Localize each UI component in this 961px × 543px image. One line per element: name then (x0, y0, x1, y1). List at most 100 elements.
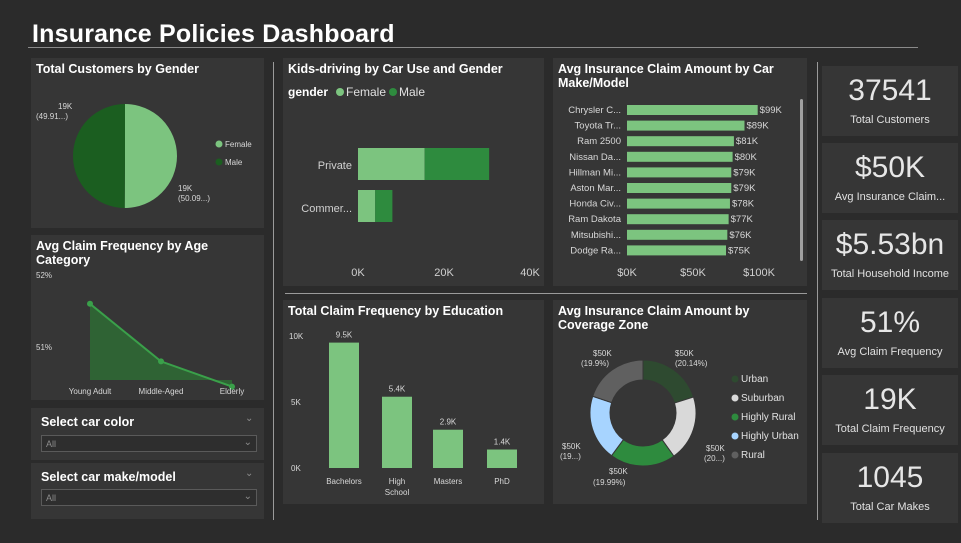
kpi-label: Total Claim Frequency (835, 423, 945, 435)
chevron-down-icon: ⌄ (243, 491, 252, 502)
make-category-label: Honda Civ... (569, 199, 621, 210)
zone-label-suburban-value: $50K (706, 444, 725, 453)
kids-legend-female-dot (336, 88, 344, 96)
kpi-card-total-customers: 37541 Total Customers (822, 66, 958, 136)
edu-value-label: 9.5K (336, 331, 353, 340)
kids-legend-male[interactable]: Male (399, 85, 425, 99)
zone-label-urban-value: $50K (675, 349, 694, 358)
kids-bar-0-male[interactable] (424, 148, 490, 180)
edu-category-label: PhD (494, 477, 510, 486)
kpi-card-avg-claim: $50K Avg Insurance Claim... (822, 143, 958, 213)
make-category-label: Nissan Da... (569, 152, 621, 163)
gender-label-male-value: 19K (58, 102, 73, 111)
gender-pie-chart: 19K (49.91...) 19K (50.09...) Female Mal… (36, 102, 252, 208)
make-xtick-100: $100K (743, 267, 775, 279)
zone-legend-suburban[interactable]: Suburban (741, 393, 784, 404)
donut-slice-3[interactable] (589, 395, 625, 457)
age-area-chart: 52% 51% Young Adult Middle-Aged Elderly (36, 271, 244, 396)
pie-slice-male[interactable] (72, 104, 125, 208)
slicer-color-collapse-icon[interactable]: ⌄ (245, 413, 253, 424)
gender-label-female-pct: (50.09...) (178, 194, 210, 203)
kpi-card-avg-claim-frequency: 51% Avg Claim Frequency (822, 298, 958, 368)
kids-bar-1-male[interactable] (375, 190, 393, 222)
edu-bar-1[interactable] (382, 396, 412, 468)
age-area-fill (90, 303, 232, 387)
make-bar[interactable] (627, 229, 728, 240)
make-category-label: Mitsubishi... (571, 230, 621, 241)
kids-legend-female[interactable]: Female (346, 85, 386, 99)
zone-label-highlyurban-value: $50K (562, 442, 581, 451)
make-category-label: Ram 2500 (577, 136, 621, 147)
kids-bar-1-female[interactable] (358, 190, 376, 222)
kpi-label: Avg Claim Frequency (837, 346, 943, 358)
make-bar[interactable] (627, 245, 726, 256)
make-bar[interactable] (627, 136, 734, 147)
zone-legend-highlyrural-dot (731, 413, 739, 421)
make-bar[interactable] (627, 105, 758, 115)
make-category-label: Aston Mar... (570, 183, 621, 194)
slicer-make-value: All (46, 493, 57, 503)
zone-legend-rural-dot (731, 451, 739, 459)
zone-donut (589, 359, 697, 467)
make-value-label: $75K (728, 245, 751, 256)
edu-ytick-5k: 5K (291, 398, 301, 407)
age-panel: Avg Claim Frequency by Age Category 52% … (31, 235, 264, 400)
kpi-value: 51% (859, 306, 921, 339)
kpi-value: 19K (863, 383, 917, 416)
make-scrollbar-thumb[interactable] (800, 99, 803, 261)
dashboard-title: Insurance Policies Dashboard (32, 20, 395, 48)
slicer-color-title: Select car color (41, 415, 135, 429)
make-bar[interactable] (627, 198, 730, 209)
gender-pie[interactable] (72, 104, 177, 208)
legend-male-dot (215, 158, 223, 166)
zone-label-urban-pct: (20.14%) (675, 359, 708, 368)
make-bar[interactable] (627, 151, 733, 162)
zone-legend-highlyurban[interactable]: Highly Urban (741, 431, 799, 442)
edu-bar-3[interactable] (487, 449, 517, 468)
kpi-card-total-car-makes: 1045 Total Car Makes (822, 453, 958, 523)
make-bar[interactable] (627, 214, 729, 225)
zone-legend-urban[interactable]: Urban (741, 374, 768, 385)
zone-label-highlyrural-value: $50K (609, 467, 628, 476)
kpi-value: $5.53bn (835, 228, 945, 261)
slicer-make-dropdown[interactable]: All ⌄ (41, 489, 257, 506)
edu-value-label: 2.9K (440, 418, 457, 427)
slicer-color-dropdown[interactable]: All ⌄ (41, 435, 257, 452)
kpi-card-total-claim-frequency: 19K Total Claim Frequency (822, 375, 958, 445)
zone-legend-highlyrural[interactable]: Highly Rural (741, 412, 795, 423)
make-category-label: Ram Dakota (568, 214, 622, 225)
kids-category-commercial: Commer... (301, 203, 352, 215)
zone-legend-urban-dot (731, 375, 739, 383)
kids-bar-chart: gender Female Male Private Commer... 0K … (288, 85, 540, 279)
zone-label-rural-value: $50K (593, 349, 612, 358)
edu-bar-2[interactable] (433, 429, 463, 468)
kids-xtick-40: 40K (520, 267, 540, 279)
kids-legend-male-dot (389, 88, 397, 96)
legend-male-label[interactable]: Male (225, 158, 243, 167)
make-bar[interactable] (627, 167, 732, 178)
zone-legend-suburban-dot (731, 394, 739, 402)
kpi-label: Total Customers (850, 114, 930, 126)
education-bar-chart: 10K 5K 0K 9.5K Bachelors 5.4K High School 2.9… (289, 331, 517, 497)
pie-slice-female[interactable] (124, 104, 177, 208)
edu-bar-0[interactable] (329, 342, 359, 468)
make-bar[interactable] (627, 183, 732, 193)
age-xlabel-elderly: Elderly (220, 387, 244, 396)
kpi-value: $50K (854, 151, 926, 184)
slicer-panel-make: Select car make/model ⌄ All ⌄ (31, 463, 264, 519)
make-bar[interactable] (627, 120, 745, 131)
zone-panel: Avg Insurance Claim Amount by Coverage Z… (553, 300, 807, 504)
age-point-0[interactable] (87, 300, 93, 307)
legend-female-label[interactable]: Female (225, 140, 252, 149)
make-xtick-0: $0K (617, 267, 637, 279)
age-point-1[interactable] (158, 358, 164, 365)
slicer-make-collapse-icon[interactable]: ⌄ (245, 468, 253, 479)
zone-legend-rural[interactable]: Rural (741, 450, 765, 461)
make-value-label: $89K (746, 121, 769, 132)
make-category-label: Toyota Tr... (575, 121, 621, 132)
kpi-card-household-income: $5.53bn Total Household Income (822, 220, 958, 290)
make-category-label: Dodge Ra... (570, 245, 621, 256)
kids-bar-0-female[interactable] (358, 148, 425, 180)
edu-category-label: High (389, 477, 405, 486)
edu-ytick-10k: 10K (289, 332, 304, 341)
